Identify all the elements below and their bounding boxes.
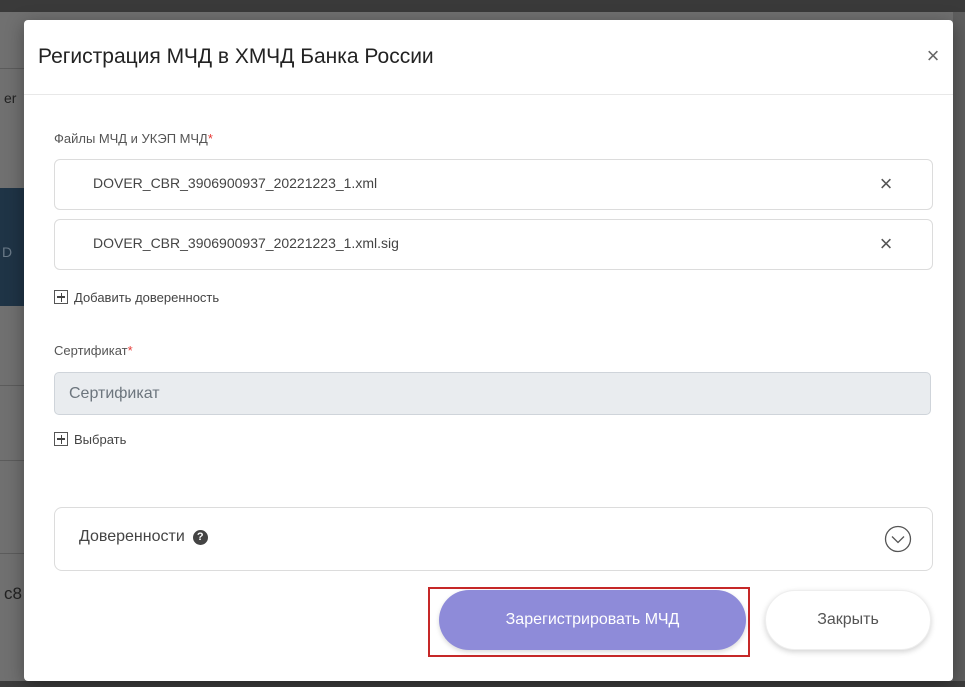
powers-of-attorney-accordion[interactable]: Доверенности ? <box>54 507 933 571</box>
background-bottom-edge <box>0 681 965 687</box>
required-mark: * <box>127 343 133 358</box>
modal-header: Регистрация МЧД в ХМЧД Банка России × <box>24 20 953 95</box>
background-divider <box>0 460 24 461</box>
file-name: DOVER_CBR_3906900937_20221223_1.xml.sig <box>93 235 399 251</box>
files-label-text: Файлы МЧД и УКЭП МЧД <box>54 131 208 146</box>
remove-file-icon[interactable]: × <box>876 172 896 196</box>
certificate-label: Сертификат* <box>54 343 133 358</box>
background-divider <box>0 553 24 554</box>
choose-certificate-label: Выбрать <box>74 431 127 447</box>
background-text-fragment: c8 <box>4 584 22 603</box>
background-text-fragment: D <box>2 244 13 260</box>
close-button[interactable]: Закрыть <box>765 590 931 650</box>
choose-certificate-link[interactable]: Выбрать <box>54 430 126 448</box>
required-mark: * <box>207 131 213 146</box>
close-icon[interactable]: × <box>921 42 945 70</box>
accordion-header: Доверенности ? <box>79 528 208 546</box>
background-divider <box>0 68 24 69</box>
certificate-label-text: Сертификат <box>54 343 128 358</box>
background-right-edge <box>953 12 965 687</box>
background-divider <box>0 385 24 386</box>
plus-square-icon <box>54 432 68 446</box>
question-circle-icon[interactable]: ? <box>192 529 208 545</box>
add-power-of-attorney-link[interactable]: Добавить доверенность <box>54 288 219 306</box>
file-item: DOVER_CBR_3906900937_20221223_1.xml.sig … <box>54 219 933 270</box>
file-item: DOVER_CBR_3906900937_20221223_1.xml × <box>54 159 933 210</box>
modal-title: Регистрация МЧД в ХМЧД Банка России <box>38 45 434 68</box>
plus-square-icon <box>54 290 68 304</box>
files-label: Файлы МЧД и УКЭП МЧД* <box>54 131 213 146</box>
remove-file-icon[interactable]: × <box>876 232 896 256</box>
file-name: DOVER_CBR_3906900937_20221223_1.xml <box>93 175 378 191</box>
chevron-down-circle-icon[interactable] <box>884 525 912 553</box>
add-power-of-attorney-label: Добавить доверенность <box>74 289 220 305</box>
accordion-title: Доверенности <box>79 528 185 545</box>
register-mchd-modal: Регистрация МЧД в ХМЧД Банка России × Фа… <box>24 20 953 681</box>
register-mchd-button[interactable]: Зарегистрировать МЧД <box>439 590 746 650</box>
certificate-field[interactable] <box>54 372 931 415</box>
background-topbar <box>0 0 965 12</box>
background-text-fragment: er <box>4 90 17 106</box>
